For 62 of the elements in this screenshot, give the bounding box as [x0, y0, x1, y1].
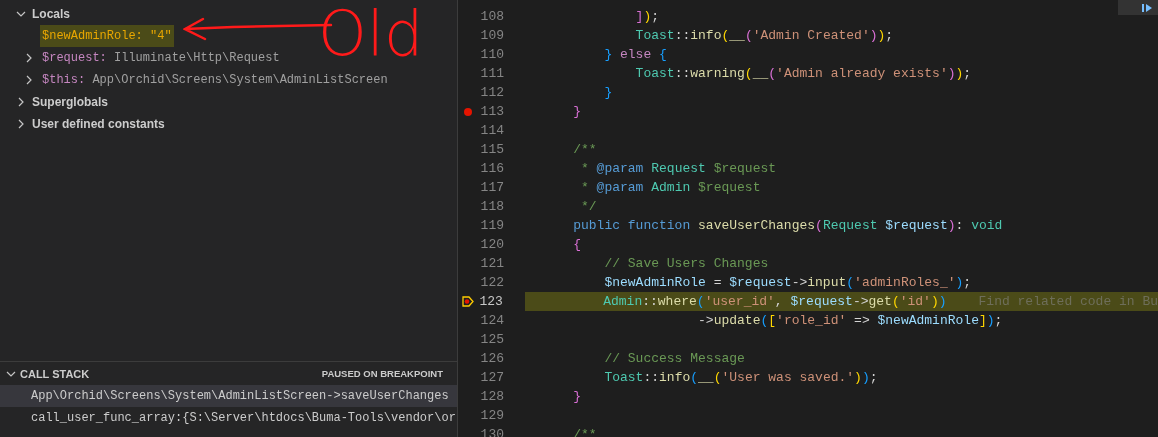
- code-line: }: [572, 102, 581, 121]
- line-number: 128: [479, 387, 504, 406]
- panel-header[interactable]: CALL STACK: [20, 365, 90, 383]
- code-line: Toast::info(__('Admin Created'));: [634, 26, 894, 45]
- chevron-right-icon[interactable]: [24, 75, 34, 85]
- stack-frame[interactable]: App\Orchid\Screens\System\AdminListScreen->saveUserChanges: [0, 385, 457, 407]
- annotation-text: Old: [318, 2, 424, 66]
- paused-breakpoint-icon[interactable]: [461, 296, 474, 307]
- section-header[interactable]: Superglobals: [32, 93, 108, 111]
- line-number: 130: [479, 425, 504, 437]
- line-number: 120: [479, 235, 504, 254]
- code-line: /**: [572, 140, 597, 159]
- continue-icon[interactable]: [1142, 2, 1152, 13]
- code-line: } else {: [603, 45, 667, 64]
- line-number: 129: [479, 406, 504, 425]
- line-number: 119: [479, 216, 504, 235]
- line-number: 113: [479, 102, 504, 121]
- variable-item[interactable]: $this: App\Orchid\Screens\System\AdminListScreen: [40, 69, 390, 91]
- chevron-right-icon[interactable]: [16, 97, 26, 107]
- code-line: * @param Request $request: [580, 159, 777, 178]
- line-number: 112: [479, 83, 504, 102]
- line-number: 111: [479, 64, 504, 83]
- code-line: $newAdminRole = $request->input('adminRoles_');: [603, 273, 972, 292]
- line-number: 125: [479, 330, 504, 349]
- line-number: 121: [479, 254, 504, 273]
- line-number: 126: [479, 349, 504, 368]
- chevron-down-icon[interactable]: [16, 9, 26, 19]
- line-number: 116: [479, 159, 504, 178]
- code-line: }: [572, 387, 581, 406]
- chevron-right-icon[interactable]: [16, 119, 26, 129]
- chevron-right-icon[interactable]: [24, 53, 34, 63]
- variable-item[interactable]: $request: Illuminate\Http\Request: [40, 47, 282, 69]
- inline-hint: Find related code in Bu: [978, 292, 1158, 311]
- code-line: Admin::where('user_id', $request->get('id')): [602, 292, 947, 311]
- chevron-down-icon[interactable]: [6, 369, 16, 379]
- code-line: public function saveUserChanges(Request $request): void: [572, 216, 1003, 235]
- line-number: 122: [479, 273, 504, 292]
- stack-frame[interactable]: call_user_func_array:{S:\Server\htdocs\Buma-Tools\vendor\or: [0, 407, 457, 429]
- line-number: 127: [479, 368, 504, 387]
- section-header[interactable]: Locals: [32, 5, 70, 23]
- line-number: 123: [478, 292, 503, 311]
- code-line: */: [580, 197, 597, 216]
- status-label: PAUSED ON BREAKPOINT: [321, 366, 443, 381]
- code-line: // Save Users Changes: [603, 254, 769, 273]
- line-number: 117: [479, 178, 504, 197]
- code-line: ]);: [634, 7, 660, 26]
- line-number: 118: [479, 197, 504, 216]
- line-number: 108: [479, 7, 504, 26]
- code-line: * @param Admin $request: [580, 178, 761, 197]
- line-number: 109: [479, 26, 504, 45]
- code-line: }: [603, 83, 613, 102]
- section-header[interactable]: User defined constants: [32, 115, 165, 133]
- line-number: 114: [479, 121, 504, 140]
- variable-item[interactable]: $newAdminRole: "4": [40, 25, 174, 47]
- line-number: 110: [479, 45, 504, 64]
- code-line: Toast::warning(__('Admin already exists'));: [634, 64, 972, 83]
- line-number: 115: [479, 140, 504, 159]
- code-line: ->update(['role_id' => $newAdminRole]);: [697, 311, 1003, 330]
- code-line: {: [572, 235, 581, 254]
- line-number: 124: [479, 311, 504, 330]
- code-line: // Success Message: [603, 349, 745, 368]
- code-line: Toast::info(__('User was saved.'));: [603, 368, 878, 387]
